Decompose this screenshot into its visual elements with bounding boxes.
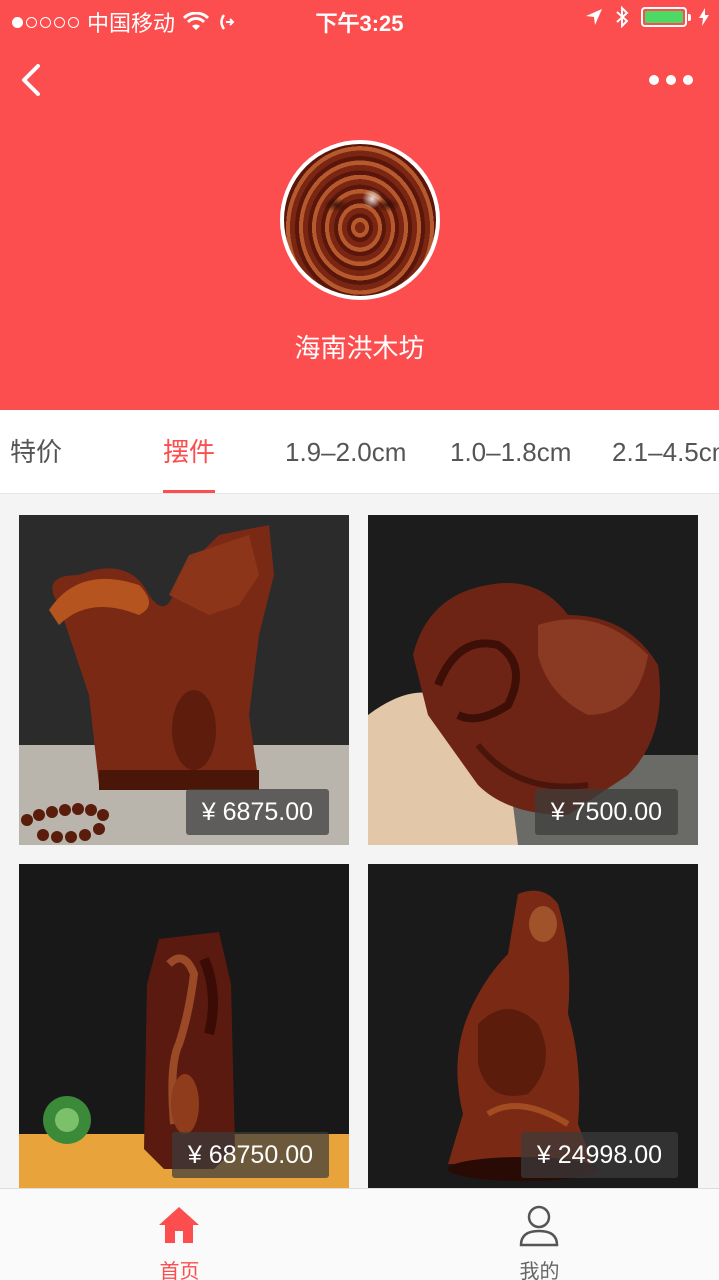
product-card[interactable]: ¥ 68750.00	[19, 864, 349, 1188]
tab-me-label: 我的	[519, 1261, 560, 1280]
product-price: ¥ 68750.00	[171, 1132, 329, 1178]
back-icon	[22, 64, 40, 96]
category-tabs: 特价 摆件 1.9–2.0cm 1.0–1.8cm 2.1–4.5cm	[0, 410, 719, 494]
store-page: 中国移动 下午3:25 海南洪木坊 特价 摆件 1.9–2.0cm 1.0–1.…	[0, 0, 719, 1280]
status-right	[585, 6, 709, 28]
tab-size-1[interactable]: 1.9–2.0cm	[285, 410, 406, 493]
location-icon	[586, 9, 602, 25]
user-icon	[519, 1205, 559, 1247]
bottom-tab-bar: 首页 我的	[0, 1188, 719, 1280]
home-icon	[159, 1207, 199, 1243]
tab-size-2[interactable]: 1.0–1.8cm	[450, 410, 571, 493]
battery-icon	[641, 7, 691, 27]
product-price: ¥ 24998.00	[520, 1132, 678, 1178]
store-avatar[interactable]	[280, 140, 440, 300]
more-button[interactable]	[649, 66, 697, 94]
store-header: 中国移动 下午3:25 海南洪木坊	[0, 0, 719, 410]
more-icon	[649, 75, 659, 85]
store-name: 海南洪木坊	[294, 333, 425, 363]
product-card[interactable]: ¥ 7500.00	[368, 515, 698, 845]
product-price: ¥ 6875.00	[185, 789, 329, 835]
tab-home[interactable]: 首页	[0, 1189, 359, 1280]
charging-icon	[699, 8, 709, 26]
bluetooth-icon	[616, 6, 629, 28]
product-card[interactable]: ¥ 24998.00	[368, 864, 698, 1188]
product-price: ¥ 7500.00	[534, 789, 678, 835]
status-bar: 中国移动 下午3:25	[0, 0, 719, 40]
tab-special[interactable]: 特价	[10, 410, 62, 493]
product-card[interactable]: ¥ 6875.00	[19, 515, 349, 845]
tab-ornaments[interactable]: 摆件	[163, 410, 216, 493]
back-button[interactable]	[14, 58, 58, 102]
tab-me[interactable]: 我的	[360, 1189, 719, 1280]
tab-home-label: 首页	[159, 1261, 200, 1280]
tab-size-3[interactable]: 2.1–4.5cm	[612, 410, 719, 493]
